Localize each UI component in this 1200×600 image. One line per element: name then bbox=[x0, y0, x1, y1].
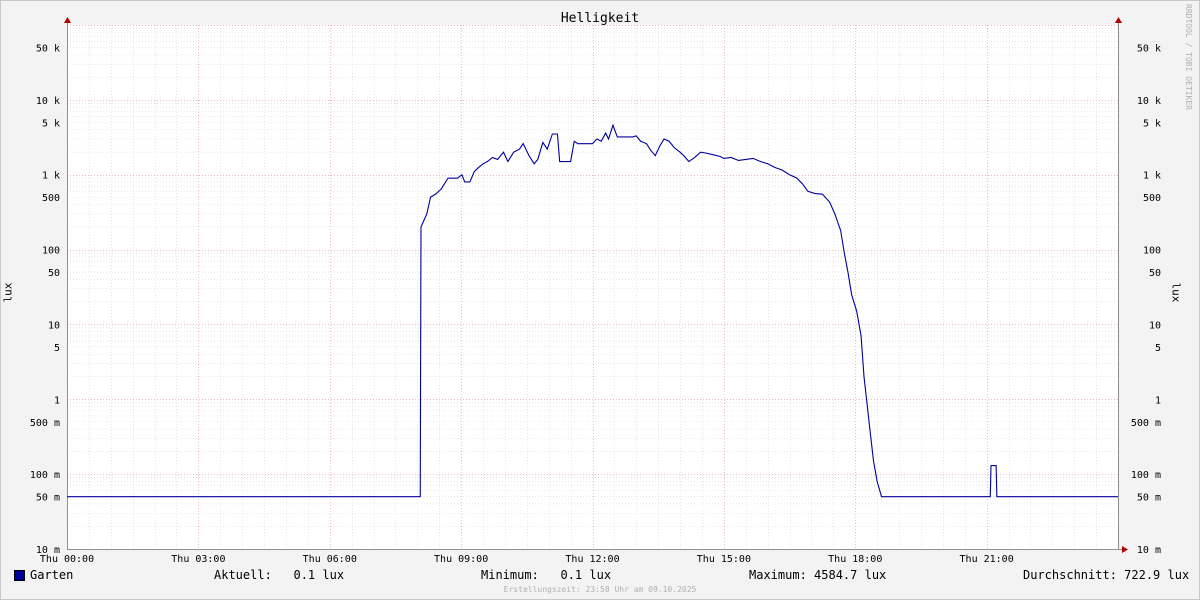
y-tick-label-left: 500 m bbox=[30, 418, 60, 429]
y-tick-label-left: 10 k bbox=[36, 96, 60, 107]
y-tick-label-right: 500 m bbox=[1131, 418, 1161, 429]
x-tick-label: Thu 00:00 bbox=[40, 554, 94, 565]
y-tick-label-right: 50 bbox=[1149, 268, 1161, 279]
x-tick-label: Thu 03:00 bbox=[171, 554, 225, 565]
y-tick-label-left: 5 bbox=[54, 343, 60, 354]
y-tick-label-left: 100 m bbox=[30, 470, 60, 481]
legend-average: Durchschnitt: 722.9 lux bbox=[1023, 568, 1190, 582]
minor-grid bbox=[67, 25, 1118, 549]
y-tick-label-right: 5 k bbox=[1143, 118, 1161, 129]
x-tick-label: Thu 06:00 bbox=[303, 554, 357, 565]
y-tick-label-left: 10 bbox=[48, 320, 60, 331]
y-tick-label-right: 10 m bbox=[1137, 545, 1161, 556]
y-tick-label-left: 100 bbox=[42, 246, 60, 257]
y-tick-label-right: 1 k bbox=[1143, 171, 1161, 182]
y-tick-label-left: 50 m bbox=[36, 493, 60, 504]
plot-background bbox=[67, 25, 1118, 549]
y-tick-label-right: 10 k bbox=[1137, 96, 1161, 107]
y-axis-arrow-left bbox=[64, 17, 71, 23]
y-tick-label-right: 100 bbox=[1143, 246, 1161, 257]
y-tick-label-left: 500 bbox=[42, 193, 60, 204]
x-tick-label: Thu 15:00 bbox=[697, 554, 751, 565]
y-tick-label-left: 1 bbox=[54, 395, 60, 406]
y-tick-label-right: 10 bbox=[1149, 320, 1161, 331]
y-tick-label-left: 5 k bbox=[42, 118, 60, 129]
y-tick-label-right: 1 bbox=[1155, 395, 1161, 406]
x-tick-label: Thu 21:00 bbox=[960, 554, 1014, 565]
y-tick-label-right: 5 bbox=[1155, 343, 1161, 354]
y-tick-label-right: 50 k bbox=[1137, 44, 1161, 55]
y-tick-label-left: 1 k bbox=[42, 171, 60, 182]
y-axis-arrow-right bbox=[1115, 17, 1122, 23]
y-tick-label-left: 50 k bbox=[36, 44, 60, 55]
legend-series-name: Garten bbox=[30, 568, 74, 582]
creation-timestamp: Erstellungszeit: 23:58 Uhr am 09.10.2025 bbox=[503, 585, 697, 594]
legend-maximum: Maximum: 4584.7 lux bbox=[749, 568, 887, 582]
legend-swatch-garten bbox=[14, 570, 25, 581]
y-tick-label-right: 500 bbox=[1143, 193, 1161, 204]
chart-plot: 10 m 10 m50 m 50 m100 m 100 m500 m 500 m1 15 5… bbox=[30, 17, 1161, 565]
x-tick-label: Thu 12:00 bbox=[565, 554, 619, 565]
x-tick-label: Thu 18:00 bbox=[828, 554, 882, 565]
x-tick-label: Thu 09:00 bbox=[434, 554, 488, 565]
legend-minimum: Minimum: 0.1 lux bbox=[481, 568, 612, 582]
y-tick-label-left: 50 bbox=[48, 268, 60, 279]
x-axis-arrow bbox=[1122, 546, 1128, 553]
y-tick-label-right: 50 m bbox=[1137, 493, 1161, 504]
y-tick-label-right: 100 m bbox=[1131, 470, 1161, 481]
legend-current: Aktuell: 0.1 lux bbox=[214, 568, 345, 582]
